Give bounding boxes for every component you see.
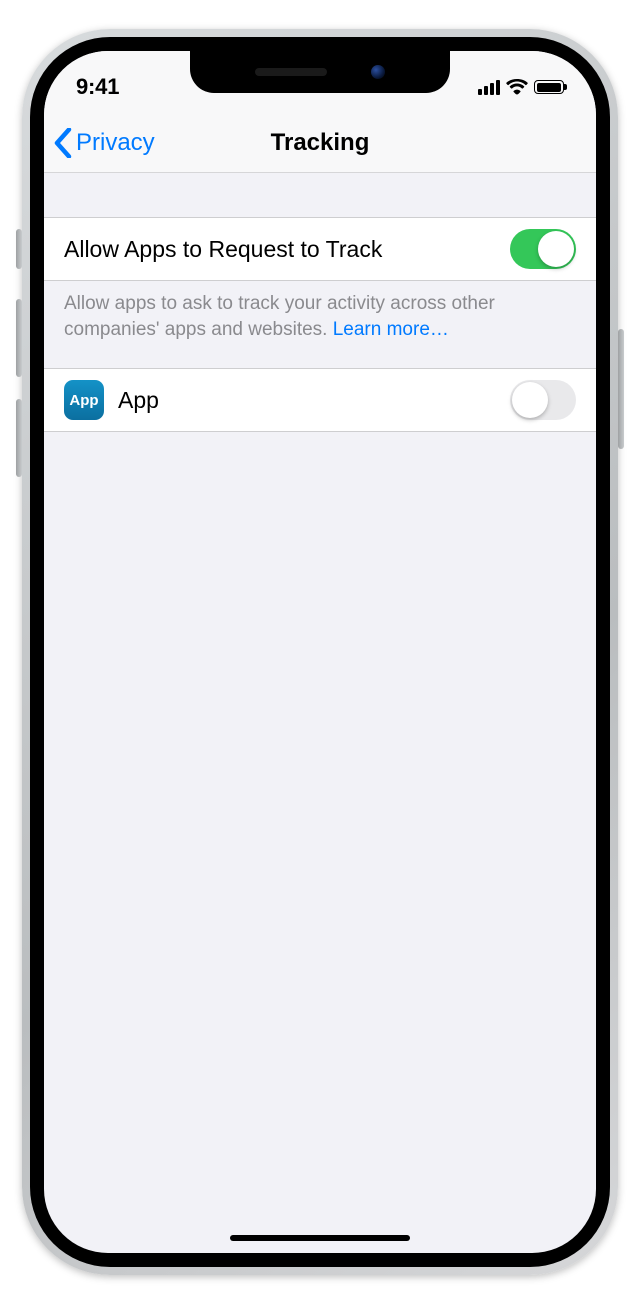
allow-apps-request-track-row: Allow Apps to Request to Track [44,217,596,281]
status-time: 9:41 [76,74,119,100]
section-spacer [44,342,596,368]
toggle-knob [512,382,548,418]
front-camera [371,65,385,79]
app-name-label: App [118,387,159,414]
navigation-bar: Privacy Tracking [44,113,596,173]
volume-up-button [16,299,22,377]
back-label: Privacy [76,129,155,157]
toggle-knob [538,231,574,267]
allow-apps-track-toggle[interactable] [510,229,576,269]
phone-frame: 9:41 Privacy Tracking [22,29,618,1275]
screen: 9:41 Privacy Tracking [44,51,596,1253]
page-title: Tracking [271,129,370,157]
notch [190,51,450,93]
app-icon: App [64,380,104,420]
speaker-grill [255,68,327,76]
silent-switch [16,229,22,269]
app-tracking-toggle[interactable] [510,380,576,420]
app-tracking-row: App App [44,368,596,432]
section-footer: Allow apps to ask to track your activity… [44,281,596,342]
row-label: Allow Apps to Request to Track [64,236,382,263]
power-button [618,329,624,449]
chevron-left-icon [54,128,72,158]
back-button[interactable]: Privacy [54,128,155,158]
wifi-icon [506,79,528,95]
learn-more-link[interactable]: Learn more… [333,319,449,340]
section-spacer [44,173,596,217]
battery-icon [534,80,564,94]
cellular-signal-icon [478,80,500,95]
volume-down-button [16,399,22,477]
home-indicator[interactable] [230,1235,410,1241]
